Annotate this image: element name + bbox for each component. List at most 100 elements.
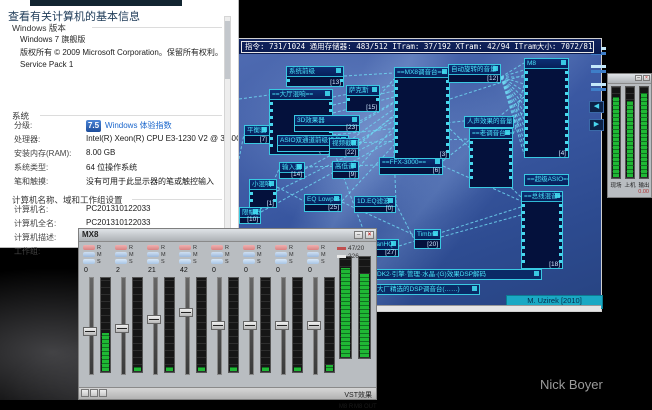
meter-titlebar[interactable]: – × (608, 74, 651, 84)
record-button[interactable] (211, 245, 223, 250)
input-port[interactable] (522, 239, 525, 242)
output-port[interactable] (559, 211, 562, 214)
module-node-collapsed[interactable]: 人声效果的音量 (464, 116, 514, 128)
output-port[interactable] (446, 143, 449, 146)
node-menu-icon[interactable] (351, 163, 356, 168)
output-port[interactable] (509, 169, 512, 172)
output-port[interactable] (446, 150, 449, 153)
module-node[interactable]: 输入器[14] (279, 162, 305, 179)
node-menu-icon[interactable] (391, 241, 396, 246)
input-port[interactable] (525, 134, 528, 137)
output-port[interactable] (509, 162, 512, 165)
input-port[interactable] (395, 87, 398, 90)
solo-button[interactable] (147, 259, 159, 264)
input-port[interactable] (270, 116, 273, 119)
mute-button[interactable] (307, 252, 319, 257)
input-port[interactable] (522, 246, 525, 249)
input-port[interactable] (270, 144, 273, 147)
mute-button[interactable] (115, 252, 127, 257)
input-port[interactable] (287, 79, 290, 82)
fader-handle[interactable] (83, 327, 97, 336)
input-port[interactable] (525, 113, 528, 116)
output-port[interactable] (565, 120, 568, 123)
module-node[interactable]: ==总线混音==[18] (521, 191, 563, 269)
output-port[interactable] (509, 148, 512, 151)
module-node[interactable]: 系统前级[13] (286, 66, 344, 87)
output-port[interactable] (565, 141, 568, 144)
module-node[interactable]: 高低音[9] (332, 161, 359, 179)
input-port[interactable] (522, 211, 525, 214)
module-node[interactable]: ==MX8调音台==[3] (394, 67, 450, 159)
input-port[interactable] (395, 108, 398, 111)
close-button[interactable]: × (643, 75, 650, 81)
record-button[interactable] (307, 245, 319, 250)
output-port[interactable] (446, 108, 449, 111)
output-port[interactable] (559, 246, 562, 249)
mute-button[interactable] (243, 252, 255, 257)
mute-button[interactable] (179, 252, 191, 257)
mini-button[interactable] (90, 389, 98, 397)
input-port[interactable] (525, 148, 528, 151)
solo-button[interactable] (179, 259, 191, 264)
input-port[interactable] (525, 92, 528, 95)
scrollbar-thumb[interactable] (225, 21, 230, 79)
minimized-module-bar[interactable]: 大厂精选的DSP调音台(……) (374, 284, 480, 295)
input-port[interactable] (470, 141, 473, 144)
input-port[interactable] (395, 115, 398, 118)
fader-track[interactable] (185, 277, 190, 375)
output-port[interactable] (446, 136, 449, 139)
menu-icon[interactable] (591, 83, 606, 92)
mute-button[interactable] (147, 252, 159, 257)
input-port[interactable] (395, 80, 398, 83)
node-menu-icon[interactable] (435, 159, 440, 164)
output-port[interactable] (509, 176, 512, 179)
output-port[interactable] (340, 79, 343, 82)
node-menu-icon[interactable] (269, 181, 274, 186)
mini-button[interactable] (99, 389, 107, 397)
input-port[interactable] (525, 141, 528, 144)
solo-button[interactable] (83, 259, 95, 264)
module-node[interactable]: ==FFX-3000==[6] (379, 157, 443, 175)
module-node[interactable]: EQ Lowpass[25] (304, 194, 342, 212)
output-port[interactable] (565, 85, 568, 88)
solo-button[interactable] (307, 259, 319, 264)
input-port[interactable] (525, 85, 528, 88)
output-port[interactable] (559, 225, 562, 228)
output-port[interactable] (273, 192, 276, 195)
node-menu-icon[interactable] (561, 60, 566, 65)
node-menu-icon[interactable] (493, 66, 498, 71)
output-port[interactable] (565, 134, 568, 137)
node-menu-icon[interactable] (555, 193, 560, 198)
input-port[interactable] (395, 122, 398, 125)
input-port[interactable] (395, 129, 398, 132)
input-port[interactable] (270, 109, 273, 112)
record-button[interactable] (179, 245, 191, 250)
fader-track[interactable] (153, 277, 158, 375)
input-port[interactable] (522, 260, 525, 263)
output-port[interactable] (565, 148, 568, 151)
output-port[interactable] (446, 115, 449, 118)
input-port[interactable] (270, 123, 273, 126)
input-port[interactable] (270, 130, 273, 133)
input-port[interactable] (522, 232, 525, 235)
input-port[interactable] (522, 218, 525, 221)
input-port[interactable] (522, 204, 525, 207)
output-port[interactable] (446, 101, 449, 104)
input-port[interactable] (470, 155, 473, 158)
input-port[interactable] (250, 199, 253, 202)
module-node-collapsed[interactable]: ==超级ASIO== (524, 174, 569, 186)
record-button[interactable] (83, 245, 95, 250)
module-node[interactable]: 平衡器[7] (244, 125, 270, 144)
record-button[interactable] (275, 245, 287, 250)
menu-icon[interactable] (591, 65, 606, 74)
input-port[interactable] (395, 150, 398, 153)
module-node[interactable]: M8[4] (524, 58, 569, 158)
output-port[interactable] (559, 232, 562, 235)
node-menu-icon[interactable] (351, 140, 356, 145)
fader-handle[interactable] (211, 321, 225, 330)
input-port[interactable] (522, 253, 525, 256)
output-port[interactable] (565, 113, 568, 116)
input-port[interactable] (525, 99, 528, 102)
solo-button[interactable] (243, 259, 255, 264)
module-node[interactable]: 小混响[1] (249, 179, 277, 208)
